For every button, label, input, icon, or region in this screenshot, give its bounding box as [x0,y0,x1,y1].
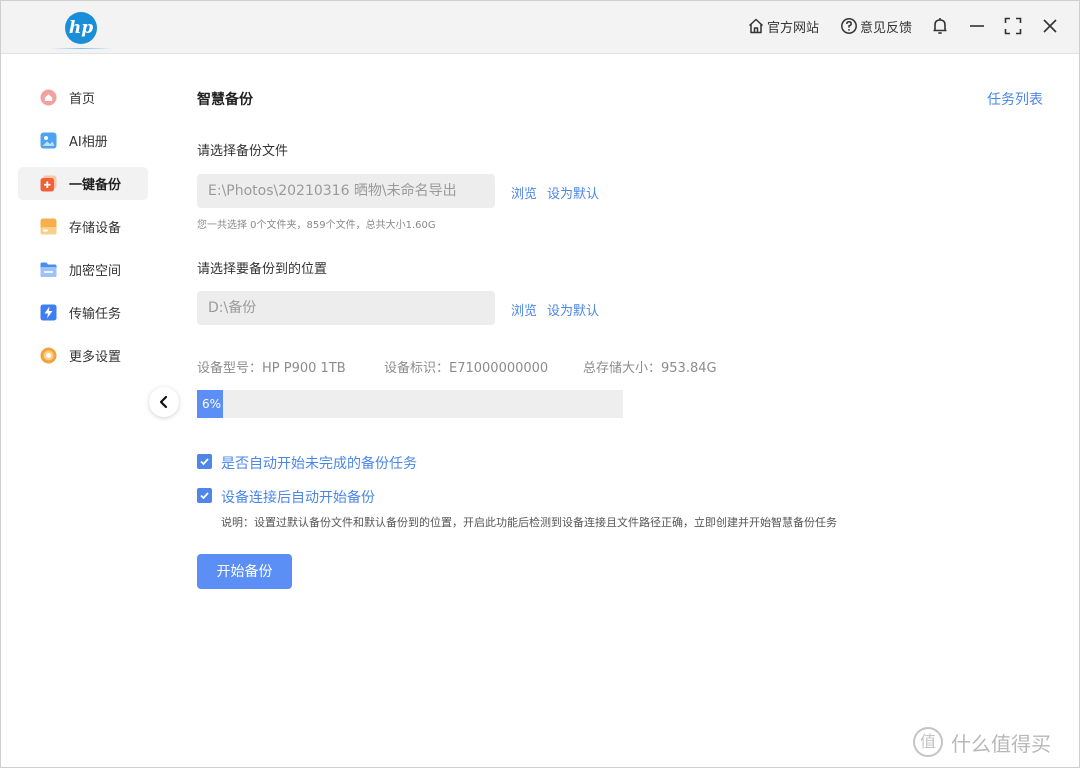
feature-description: 说明：设置过默认备份文件和默认备份到的位置，开启此功能后检测到设备连接且文件路径… [221,516,837,529]
transfer-icon [40,304,57,321]
sidebar-item-more-settings[interactable]: 更多设置 [18,339,148,372]
sidebar-item-home[interactable]: 首页 [18,81,148,114]
encrypted-folder-icon [40,262,57,277]
sidebar-item-label: 首页 [69,92,96,107]
sidebar-item-label: 存储设备 [69,221,122,236]
destination-path-field[interactable]: D:\备份 [197,291,495,325]
sidebar-nav: 首页 AI相册 一键备份 存储设备 加密空间 传输任务 更多设置 [18,81,148,382]
watermark-text: 什么值得买 [951,731,1051,756]
sidebar-item-encrypted-space[interactable]: 加密空间 [18,253,148,286]
chevron-left-icon [159,395,168,409]
watermark: 值 什么值得买 [913,727,1051,757]
progress-fill: 6% [197,390,223,418]
feedback-link[interactable]: 意见反馈 [840,15,912,37]
task-list-link[interactable]: 任务列表 [987,89,1043,109]
selection-summary: 您一共选择 0个文件夹，859个文件，总共大小1.60G [197,220,436,231]
storage-device-icon [40,218,57,235]
watermark-badge: 值 [913,727,943,757]
title-bar: hp 官方网站 意见反馈 [1,1,1079,54]
destination-set-default-link[interactable]: 设为默认 [547,300,599,319]
help-circle-icon [841,18,857,34]
sidebar-item-one-click-backup[interactable]: 一键备份 [18,167,148,200]
sidebar-item-label: AI相册 [69,135,108,150]
auto-resume-checkbox[interactable] [197,454,212,469]
destination-browse-link[interactable]: 浏览 [511,300,537,319]
sidebar-item-label: 加密空间 [69,264,122,279]
sidebar-item-label: 更多设置 [69,350,122,365]
source-label: 请选择备份文件 [197,144,289,159]
sidebar-item-label: 传输任务 [69,307,122,322]
minimize-icon[interactable] [966,15,988,37]
page-title: 智慧备份 [197,92,253,108]
destination-label: 请选择要备份到的位置 [197,262,328,277]
checkmark-icon [200,458,209,466]
official-site-label: 官方网站 [767,20,820,36]
logo-underline [51,48,113,49]
auto-start-on-connect-label[interactable]: 设备连接后自动开始备份 [221,487,375,507]
backup-icon [40,175,57,192]
settings-icon [40,347,57,364]
app-window: hp 官方网站 意见反馈 首页 AI相册 一键备份 存储设备 加密空间 传输任务… [0,0,1080,768]
home-outline-icon [748,18,764,34]
device-model: 设备型号：HP P900 1TB [197,361,346,376]
official-site-link[interactable]: 官方网站 [747,15,819,37]
home-icon [40,89,57,106]
feedback-label: 意见反馈 [860,20,913,36]
sidebar-item-ai-album[interactable]: AI相册 [18,124,148,157]
start-backup-button[interactable]: 开始备份 [197,554,292,589]
close-icon[interactable] [1039,15,1061,37]
photo-album-icon [40,132,57,149]
source-path-field[interactable]: E:\Photos\20210316 晒物\未命名导出 [197,174,495,208]
checkmark-icon [200,492,209,500]
device-id: 设备标识：E71000000000 [384,361,549,376]
auto-resume-label[interactable]: 是否自动开始未完成的备份任务 [221,453,417,473]
maximize-icon[interactable] [1002,15,1024,37]
source-set-default-link[interactable]: 设为默认 [547,183,599,202]
sidebar-item-label: 一键备份 [69,178,122,193]
sidebar-item-transfer-tasks[interactable]: 传输任务 [18,296,148,329]
collapse-sidebar-button[interactable] [149,387,179,417]
sidebar-item-storage-devices[interactable]: 存储设备 [18,210,148,243]
hp-logo: hp [65,12,97,44]
notification-bell-icon[interactable] [929,15,951,37]
backup-progress-bar: 6% [197,390,623,418]
device-capacity: 总存储大小：953.84G [583,361,717,376]
auto-start-on-connect-checkbox[interactable] [197,488,212,503]
source-browse-link[interactable]: 浏览 [511,183,537,202]
